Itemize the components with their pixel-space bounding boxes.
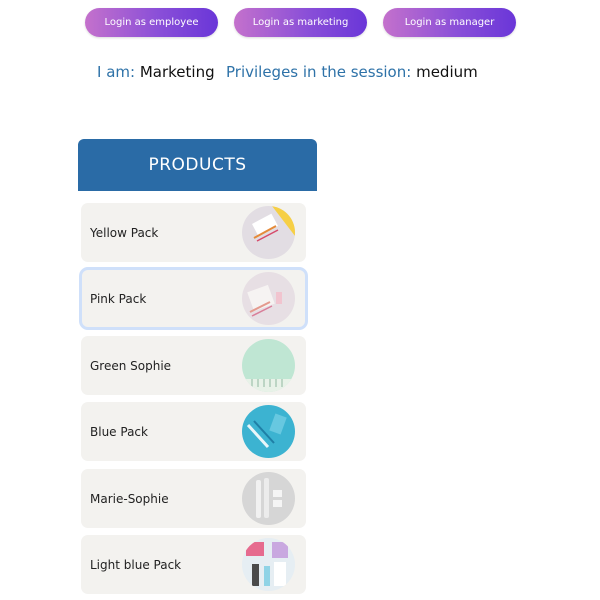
product-thumbnail (242, 339, 295, 392)
product-card-blue-pack[interactable]: Blue Pack (81, 402, 306, 461)
role-value: Marketing (139, 63, 215, 81)
product-label: Green Sophie (90, 358, 172, 373)
product-thumbnail (242, 472, 295, 525)
role-label: I am: (97, 63, 136, 81)
product-card-pink-pack[interactable]: Pink Pack (79, 267, 308, 330)
product-label: Blue Pack (90, 424, 148, 439)
privileges-label: Privileges in the session: (226, 63, 412, 81)
login-as-manager-button[interactable]: Login as manager (383, 8, 516, 37)
login-as-employee-button[interactable]: Login as employee (85, 8, 218, 37)
product-thumbnail (242, 405, 295, 458)
product-label: Marie-Sophie (90, 491, 169, 506)
product-thumbnail (242, 538, 295, 591)
product-label: Pink Pack (90, 291, 147, 306)
product-thumbnail (242, 206, 295, 259)
product-card-yellow-pack[interactable]: Yellow Pack (81, 203, 306, 262)
product-card-green-sophie[interactable]: Green Sophie (81, 336, 306, 395)
products-header: PRODUCTS (78, 139, 317, 191)
product-label: Yellow Pack (90, 225, 159, 240)
product-label: Light blue Pack (90, 557, 182, 572)
product-card-marie-sophie[interactable]: Marie-Sophie (81, 469, 306, 528)
product-card-light-blue-pack[interactable]: Light blue Pack (81, 535, 306, 594)
privileges-value: medium (416, 63, 478, 81)
login-as-marketing-button[interactable]: Login as marketing (234, 8, 367, 37)
session-privileges: Privileges in the session: medium (226, 63, 478, 81)
session-role: I am: Marketing (97, 63, 215, 81)
product-thumbnail (242, 272, 295, 325)
